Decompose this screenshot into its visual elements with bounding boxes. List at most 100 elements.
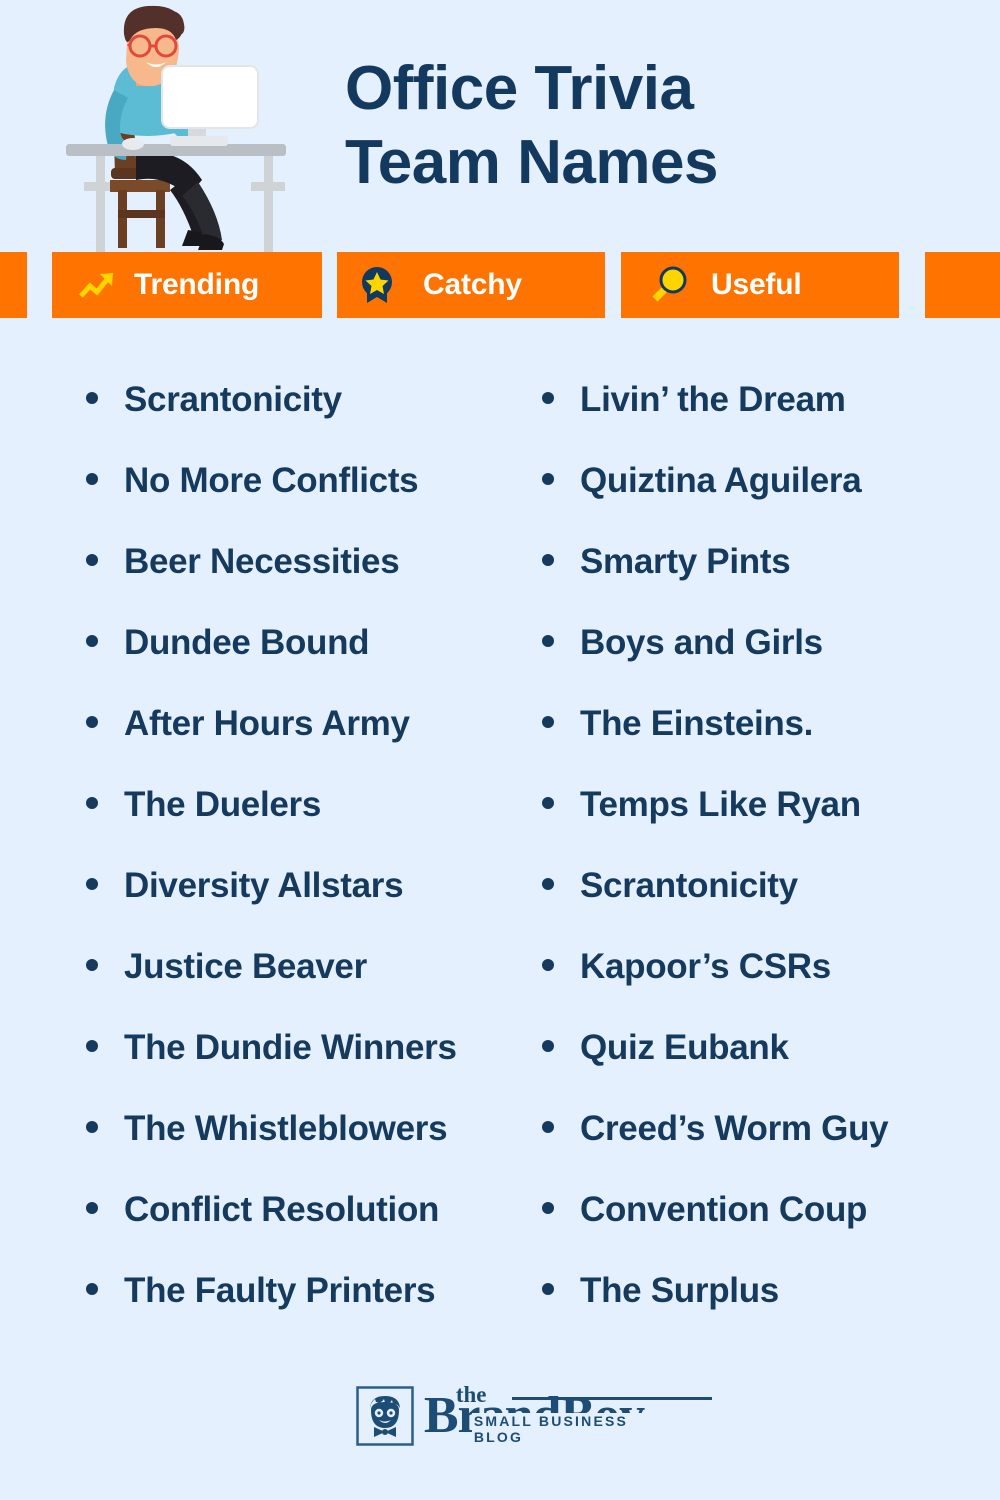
- list-item-label: Livin’ the Dream: [580, 380, 846, 419]
- bullet-icon: [542, 1283, 554, 1295]
- list-item-label: The Surplus: [580, 1271, 779, 1310]
- list-item-label: Kapoor’s CSRs: [580, 947, 831, 986]
- brandboy-logo[interactable]: the BrandBoy SMALL BUSINESS BLOG: [356, 1383, 712, 1446]
- list-item[interactable]: Boys and Girls: [542, 623, 1000, 704]
- logo-the-text: the: [455, 1382, 487, 1407]
- list-item[interactable]: Beer Necessities: [86, 542, 500, 623]
- list-item-label: The Einsteins.: [580, 704, 814, 743]
- brandboy-wordmark: the BrandBoy SMALL BUSINESS BLOG: [424, 1383, 712, 1445]
- list-item-label: The Whistleblowers: [124, 1109, 448, 1148]
- bullet-icon: [542, 554, 554, 566]
- list-item-label: After Hours Army: [124, 704, 410, 743]
- list-item-label: Quiz Eubank: [580, 1028, 789, 1067]
- list-item[interactable]: Livin’ the Dream: [542, 380, 1000, 461]
- list-item-label: Justice Beaver: [124, 947, 367, 986]
- list-item-label: Convention Coup: [580, 1190, 868, 1229]
- page-title-line-2: Team Names: [345, 128, 718, 197]
- bullet-icon: [86, 635, 98, 647]
- list-item[interactable]: Diversity Allstars: [86, 866, 500, 947]
- list-item-label: Boys and Girls: [580, 623, 823, 662]
- bullet-icon: [86, 473, 98, 485]
- right-column: Livin’ the Dream Quiztina Aguilera Smart…: [500, 380, 1000, 1352]
- footer: the BrandBoy SMALL BUSINESS BLOG: [0, 1383, 1000, 1446]
- list-item-label: Smarty Pints: [580, 542, 791, 581]
- bullet-icon: [86, 392, 98, 404]
- list-item-label: Scrantonicity: [124, 380, 342, 419]
- award-ribbon-star-icon: [357, 265, 397, 305]
- list-item[interactable]: The Whistleblowers: [86, 1109, 500, 1190]
- bullet-icon: [86, 1283, 98, 1295]
- right-accent-strip: [925, 252, 1000, 318]
- list-item-label: Dundee Bound: [124, 623, 370, 662]
- page-title-line-1: Office Trivia: [345, 54, 694, 123]
- bullet-icon: [542, 635, 554, 647]
- list-item[interactable]: Kapoor’s CSRs: [542, 947, 1000, 1028]
- list-item-label: The Dundie Winners: [124, 1028, 457, 1067]
- bullet-icon: [542, 878, 554, 890]
- list-item-label: Temps Like Ryan: [580, 785, 861, 824]
- bullet-icon: [86, 878, 98, 890]
- badge-useful-label: Useful: [711, 268, 802, 301]
- bullet-icon: [542, 1202, 554, 1214]
- bullet-icon: [86, 1040, 98, 1052]
- left-name-list: Scrantonicity No More Conflicts Beer Nec…: [86, 380, 500, 1352]
- badge-trending-label: Trending: [134, 268, 260, 301]
- list-item[interactable]: Smarty Pints: [542, 542, 1000, 623]
- list-item-label: Diversity Allstars: [124, 866, 404, 905]
- logo-rule: [511, 1397, 712, 1400]
- list-item-label: The Faulty Printers: [124, 1271, 436, 1310]
- bullet-icon: [86, 716, 98, 728]
- bullet-icon: [542, 473, 554, 485]
- badge-trending[interactable]: Trending: [52, 252, 322, 318]
- bullet-icon: [542, 797, 554, 809]
- boy-face-logo-icon: [356, 1386, 414, 1446]
- bullet-icon: [542, 1121, 554, 1133]
- bullet-icon: [86, 554, 98, 566]
- bullet-icon: [542, 392, 554, 404]
- man-working-at-desk-illustration: [48, 4, 338, 252]
- right-name-list: Livin’ the Dream Quiztina Aguilera Smart…: [542, 380, 1000, 1352]
- list-item[interactable]: The Surplus: [542, 1271, 1000, 1352]
- bullet-icon: [542, 716, 554, 728]
- team-name-lists: Scrantonicity No More Conflicts Beer Nec…: [0, 380, 1000, 1352]
- badge-catchy[interactable]: Catchy: [337, 252, 605, 318]
- bullet-icon: [86, 1202, 98, 1214]
- list-item[interactable]: Creed’s Worm Guy: [542, 1109, 1000, 1190]
- list-item[interactable]: Justice Beaver: [86, 947, 500, 1028]
- list-item[interactable]: The Duelers: [86, 785, 500, 866]
- list-item[interactable]: Conflict Resolution: [86, 1190, 500, 1271]
- list-item-label: Quiztina Aguilera: [580, 461, 862, 500]
- list-item[interactable]: Dundee Bound: [86, 623, 500, 704]
- bullet-icon: [86, 797, 98, 809]
- list-item[interactable]: Temps Like Ryan: [542, 785, 1000, 866]
- bullet-icon: [86, 959, 98, 971]
- list-item-label: The Duelers: [124, 785, 322, 824]
- badge-row: Trending Catchy Useful: [0, 252, 1000, 318]
- list-item[interactable]: No More Conflicts: [86, 461, 500, 542]
- bullet-icon: [86, 1121, 98, 1133]
- list-item[interactable]: After Hours Army: [86, 704, 500, 785]
- list-item[interactable]: The Dundie Winners: [86, 1028, 500, 1109]
- list-item-label: No More Conflicts: [124, 461, 419, 500]
- left-column: Scrantonicity No More Conflicts Beer Nec…: [0, 380, 500, 1352]
- magnifying-glass-icon: [649, 265, 689, 305]
- list-item-label: Scrantonicity: [580, 866, 798, 905]
- logo-tagline: SMALL BUSINESS BLOG: [471, 1413, 645, 1445]
- badge-useful[interactable]: Useful: [621, 252, 899, 318]
- list-item-label: Beer Necessities: [124, 542, 400, 581]
- badge-catchy-label: Catchy: [423, 268, 522, 301]
- list-item-label: Conflict Resolution: [124, 1190, 440, 1229]
- page-title: Office Trivia Team Names: [345, 52, 965, 200]
- list-item[interactable]: Quiztina Aguilera: [542, 461, 1000, 542]
- list-item[interactable]: The Faulty Printers: [86, 1271, 500, 1352]
- header: Office Trivia Team Names: [0, 0, 1000, 252]
- trending-up-arrow-icon: [78, 265, 118, 305]
- bullet-icon: [542, 1040, 554, 1052]
- list-item[interactable]: The Einsteins.: [542, 704, 1000, 785]
- list-item[interactable]: Convention Coup: [542, 1190, 1000, 1271]
- list-item[interactable]: Scrantonicity: [86, 380, 500, 461]
- list-item[interactable]: Scrantonicity: [542, 866, 1000, 947]
- list-item[interactable]: Quiz Eubank: [542, 1028, 1000, 1109]
- left-accent-strip: [0, 252, 27, 318]
- bullet-icon: [542, 959, 554, 971]
